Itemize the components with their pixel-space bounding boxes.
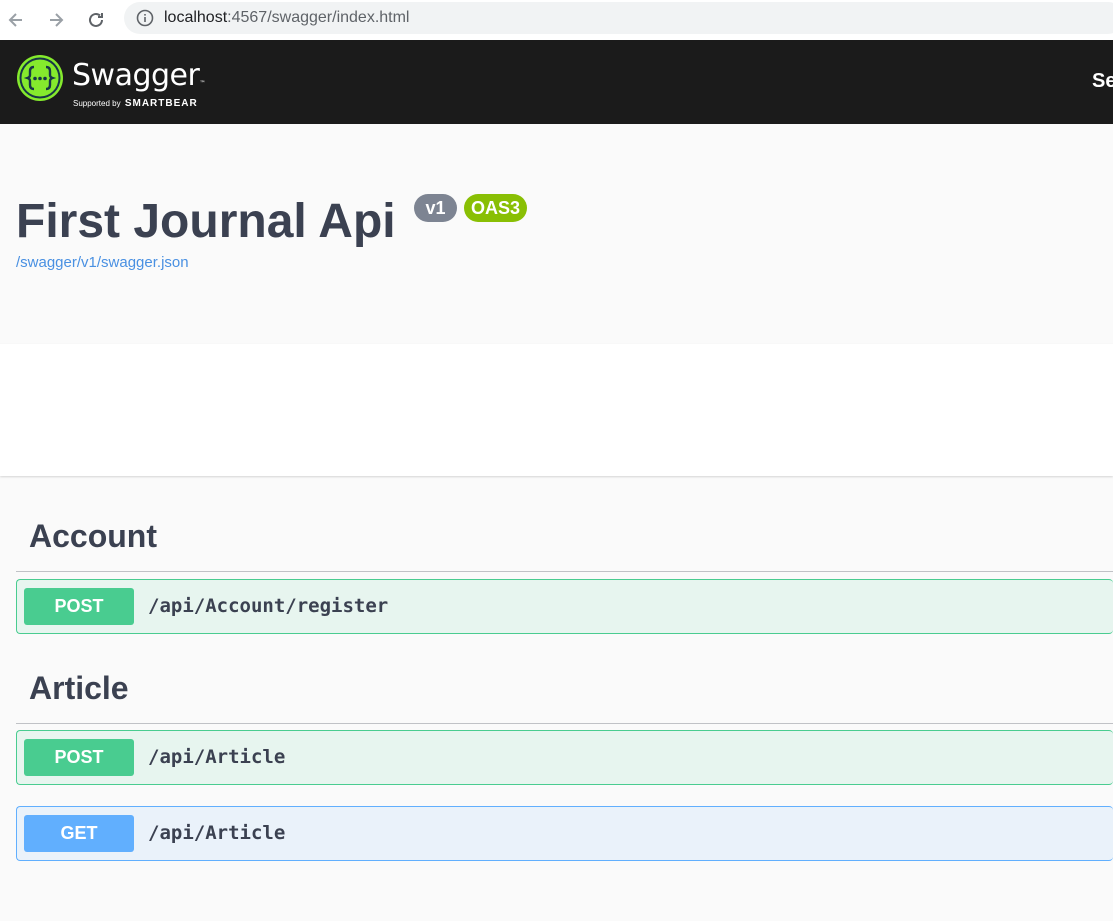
tag-title: Article [29,670,129,706]
logo-trademark: ™ [199,80,205,87]
address-bar[interactable]: localhost:4567/swagger/index.html [124,2,1113,34]
tag-heading-account[interactable]: Account [16,518,1113,572]
arrow-right-icon [50,13,64,27]
tag-title: Account [29,518,157,554]
swagger-topbar: Swagger™ Supported by SMARTBEAR Se [0,40,1113,124]
logo-title[interactable]: Swagger™ [72,58,205,93]
tag-heading-article[interactable]: Article [16,670,1113,724]
scheme-container [0,344,1113,476]
oas-badge: OAS3 [464,194,527,222]
forward-button[interactable] [42,6,70,34]
api-title: First Journal Api [16,195,396,248]
api-info: First Journal Api v1 OAS3 /swagger/v1/sw… [0,124,1113,344]
arrow-left-icon [8,13,22,27]
operation-path: /api/Account/register [148,595,389,617]
reload-button[interactable] [82,6,110,34]
logo-supported-text: Supported by [73,99,121,108]
url-text[interactable]: localhost:4567/swagger/index.html [164,9,409,27]
logo-subtitle: Supported by SMARTBEAR [73,98,198,109]
method-badge: POST [24,739,134,776]
logo-brand: SMARTBEAR [124,98,198,109]
info-circle-icon[interactable] [136,9,154,27]
swagger-logo-icon[interactable] [16,54,64,102]
logo-title-text: Swagger [72,58,200,93]
operation-post-article[interactable]: POST /api/Article [16,730,1113,785]
url-host: localhost [164,9,228,26]
operation-post-account-register[interactable]: POST /api/Account/register [16,579,1113,634]
operation-path: /api/Article [148,822,286,844]
method-badge: GET [24,815,134,852]
reload-icon [89,12,103,27]
operation-get-article[interactable]: GET /api/Article [16,806,1113,861]
back-button[interactable] [2,6,30,34]
spec-json-link[interactable]: /swagger/v1/swagger.json [16,254,189,271]
url-path: :4567/swagger/index.html [227,9,410,26]
operation-path: /api/Article [148,746,286,768]
method-badge: POST [24,588,134,625]
browser-toolbar: localhost:4567/swagger/index.html [0,0,1113,40]
topbar-right-label: Se [1092,70,1113,92]
version-badge: v1 [414,194,457,222]
